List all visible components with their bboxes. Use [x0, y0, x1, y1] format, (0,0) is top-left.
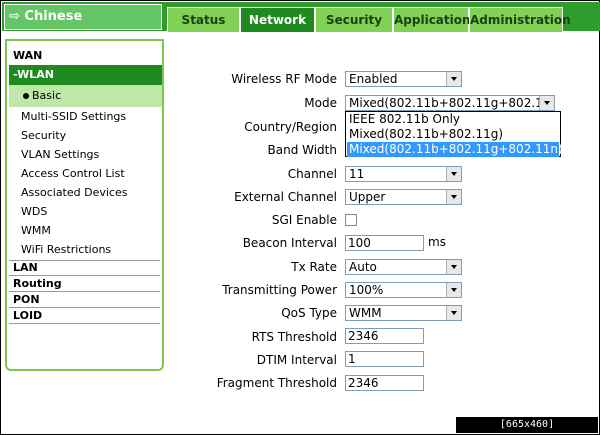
- sgi-label: SGI Enable: [271, 213, 337, 227]
- channel-value: 11: [349, 167, 365, 181]
- rf-mode-value: Enabled: [349, 72, 398, 86]
- sidebar: WAN -WLAN Basic Multi-SSID Settings Secu…: [5, 39, 164, 371]
- sidebar-item-acl[interactable]: Access Control List: [21, 167, 125, 180]
- sidebar-item-multi-ssid[interactable]: Multi-SSID Settings: [21, 110, 126, 123]
- sidebar-item-wmm[interactable]: WMM: [21, 224, 51, 237]
- tab-network[interactable]: Network: [240, 7, 315, 32]
- mode-label: Mode: [304, 96, 337, 110]
- tx-rate-select[interactable]: Auto: [345, 259, 462, 275]
- mode-option-b-only[interactable]: IEEE 802.11b Only: [347, 112, 559, 127]
- sidebar-item-lan[interactable]: LAN: [13, 261, 38, 274]
- qos-select[interactable]: WMM: [345, 305, 462, 321]
- chevron-down-icon: [539, 96, 554, 110]
- sidebar-item-vlan[interactable]: VLAN Settings: [21, 148, 99, 161]
- beacon-unit: ms: [428, 235, 446, 249]
- sidebar-item-wifi-restrictions[interactable]: WiFi Restrictions: [21, 243, 111, 256]
- sidebar-item-basic-label: Basic: [32, 89, 62, 102]
- beacon-interval-input[interactable]: 100: [345, 235, 424, 251]
- mode-value: Mixed(802.11b+802.11g+802.11n): [349, 96, 555, 110]
- tx-power-select[interactable]: 100%: [345, 282, 462, 298]
- divider: [9, 323, 160, 324]
- rf-mode-select[interactable]: Enabled: [345, 71, 462, 87]
- tab-security[interactable]: Security: [315, 7, 393, 32]
- external-channel-select[interactable]: Upper: [345, 189, 462, 205]
- tab-status[interactable]: Status: [167, 7, 240, 32]
- tx-power-value: 100%: [349, 283, 384, 297]
- watermark: [665x460] http://upic.me/: [456, 417, 598, 433]
- chevron-down-icon: [446, 283, 461, 297]
- country-label: Country/Region: [244, 120, 337, 134]
- qos-label: QoS Type: [281, 306, 337, 320]
- external-channel-label: External Channel: [234, 190, 337, 204]
- channel-select[interactable]: 11: [345, 166, 462, 182]
- divider: [9, 275, 160, 276]
- tx-rate-value: Auto: [349, 260, 377, 274]
- rf-mode-label: Wireless RF Mode: [231, 72, 337, 86]
- fragment-input[interactable]: 2346: [345, 375, 424, 391]
- external-channel-value: Upper: [349, 190, 386, 204]
- mode-select[interactable]: Mixed(802.11b+802.11g+802.11n): [345, 95, 555, 111]
- tx-rate-label: Tx Rate: [291, 260, 337, 274]
- chevron-down-icon: [446, 72, 461, 86]
- chevron-down-icon: [446, 260, 461, 274]
- chevron-down-icon: [446, 190, 461, 204]
- beacon-interval-label: Beacon Interval: [242, 236, 337, 250]
- sidebar-item-wan[interactable]: WAN: [13, 49, 42, 62]
- mode-dropdown-list: IEEE 802.11b Only Mixed(802.11b+802.11g)…: [345, 111, 563, 157]
- divider: [9, 291, 160, 292]
- chevron-down-icon: [446, 167, 461, 181]
- sidebar-item-pon[interactable]: PON: [13, 293, 40, 306]
- sgi-checkbox[interactable]: [345, 214, 357, 226]
- sidebar-item-loid[interactable]: LOID: [13, 309, 42, 322]
- sidebar-item-associated-devices[interactable]: Associated Devices: [21, 186, 127, 199]
- tab-application[interactable]: Application: [393, 7, 471, 32]
- sidebar-item-basic[interactable]: Basic: [9, 85, 162, 107]
- rts-label: RTS Threshold: [251, 330, 337, 344]
- fragment-label: Fragment Threshold: [216, 376, 337, 390]
- qos-value: WMM: [349, 306, 382, 320]
- dtim-input[interactable]: 1: [345, 351, 424, 367]
- mode-option-bg[interactable]: Mixed(802.11b+802.11g): [347, 127, 559, 142]
- top-navigation-bar: ⇨ Chinese Status Network Security Applic…: [2, 2, 600, 32]
- router-admin-window: ⇨ Chinese Status Network Security Applic…: [0, 0, 600, 435]
- sidebar-item-wlan[interactable]: -WLAN: [9, 65, 162, 85]
- language-switch[interactable]: ⇨ Chinese: [4, 4, 162, 30]
- mode-option-bgn[interactable]: Mixed(802.11b+802.11g+802.11n): [347, 142, 563, 157]
- tab-administration[interactable]: Administration: [469, 7, 571, 32]
- dtim-label: DTIM Interval: [256, 353, 337, 367]
- divider: [9, 307, 160, 308]
- rts-input[interactable]: 2346: [345, 328, 424, 344]
- channel-label: Channel: [287, 167, 337, 181]
- chevron-down-icon: [446, 306, 461, 320]
- bandwidth-label: Band Width: [267, 143, 338, 157]
- bullet-icon: [23, 93, 29, 99]
- sidebar-item-security[interactable]: Security: [21, 129, 66, 142]
- sidebar-item-wds[interactable]: WDS: [21, 205, 47, 218]
- sidebar-item-routing[interactable]: Routing: [13, 277, 62, 290]
- tx-power-label: Transmitting Power: [222, 283, 337, 297]
